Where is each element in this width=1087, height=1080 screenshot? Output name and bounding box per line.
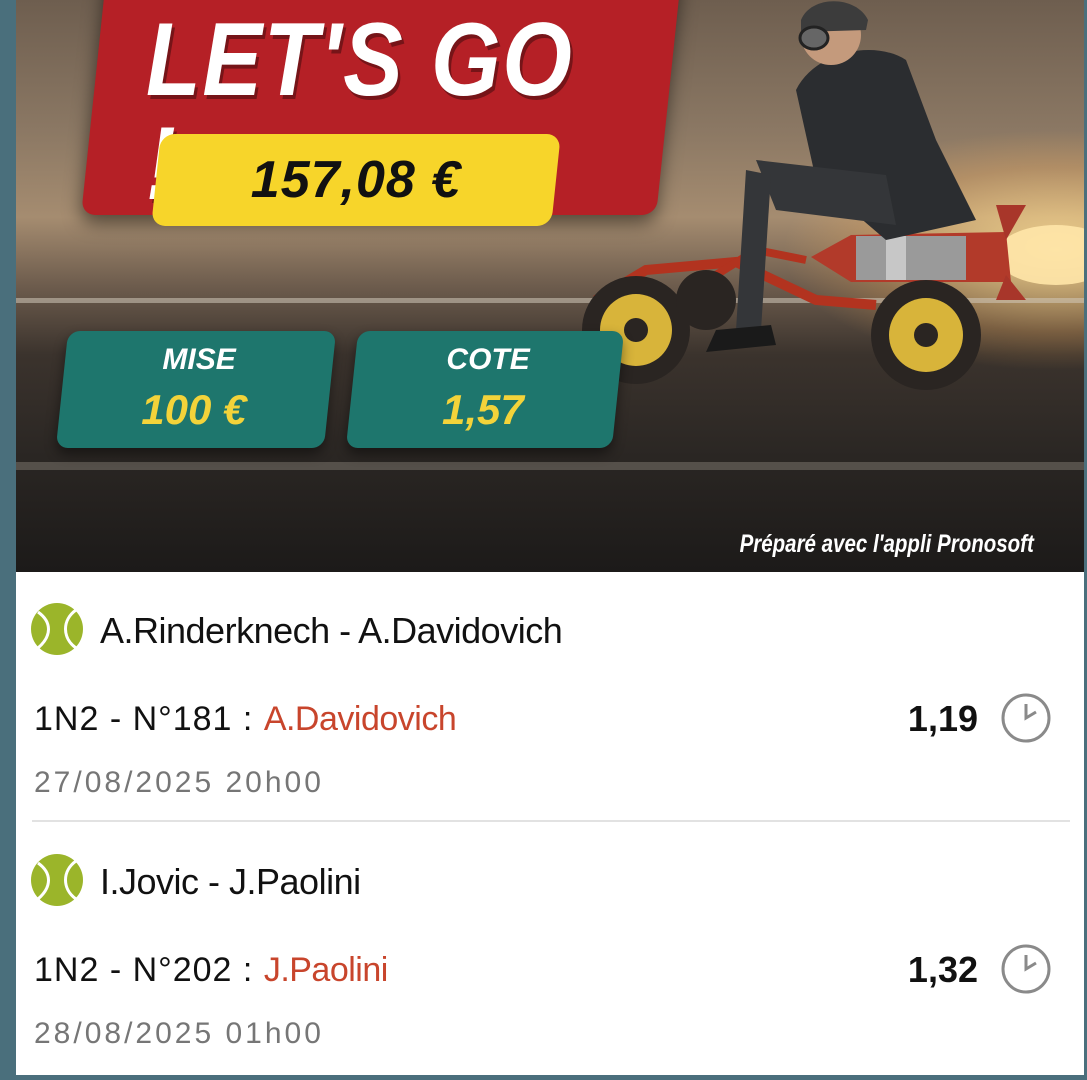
stake-value: 100 € [141,386,247,433]
clock-icon [1001,693,1051,743]
tennis-ball-icon [31,603,83,655]
match-date: 28/08/2025 01h00 [34,1017,324,1050]
market-label: 1N2 - N°202 : [34,951,254,989]
selection-name: J.Paolini [263,951,389,989]
bet-slip-card: LET'S GO ! 157,08 € MISE 100 € COTE 1,57… [16,0,1084,1075]
potential-payout: 157,08 € [250,151,462,209]
match-date: 27/08/2025 20h00 [34,766,324,799]
match-title: I.Jovic - J.Paolini [100,861,361,902]
bet-divider [32,820,1070,822]
clock-icon [1001,944,1051,994]
market-line: 1N2 - N°181 : A.Davidovich [34,700,457,739]
odds-label: COTE [446,343,530,376]
match-title: A.Rinderknech - A.Davidovich [100,610,563,651]
selection-name: A.Davidovich [263,700,457,738]
app-credit: Préparé avec l'appli Pronosoft [739,530,1034,558]
market-label: 1N2 - N°181 : [34,700,254,738]
stake-label: MISE [162,343,236,376]
market-line: 1N2 - N°202 : J.Paolini [34,951,388,990]
road-line [16,462,1084,470]
odds-box: COTE 1,57 [345,331,625,448]
total-odds-value: 1,57 [441,386,524,433]
tennis-ball-icon [31,854,83,906]
stake-box: MISE 100 € [55,331,337,448]
promo-banner: LET'S GO ! 157,08 € MISE 100 € COTE 1,57… [16,0,1084,572]
selection-odds: 1,19 [907,698,978,739]
selection-odds: 1,32 [907,949,978,990]
